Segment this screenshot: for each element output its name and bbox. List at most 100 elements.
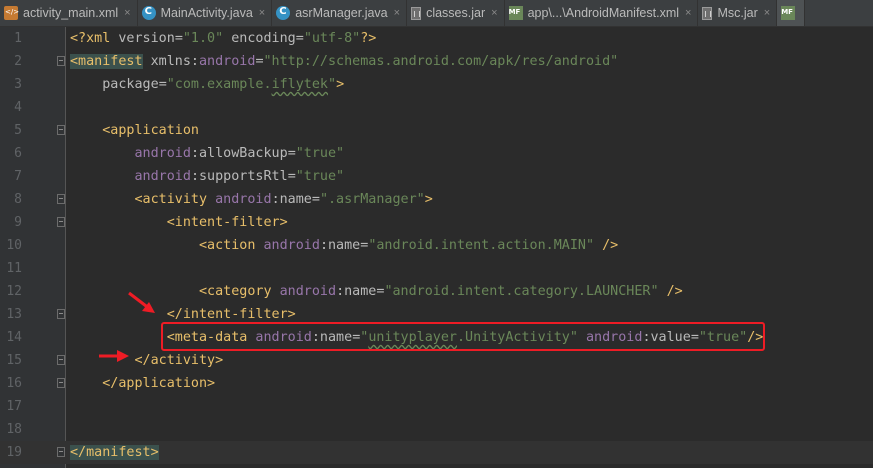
line-number: 17 — [6, 399, 22, 414]
tab-label: Msc.jar — [717, 6, 758, 20]
attr-value: "true" — [295, 169, 345, 184]
line-number: 12 — [6, 284, 22, 299]
xml-encoding-value: "utf-8" — [303, 31, 361, 46]
namespace: android — [199, 54, 256, 69]
xmlns-attr: xmlns: — [142, 54, 199, 69]
name-attr: :name — [271, 192, 312, 207]
application-open-tag: <application — [102, 123, 199, 138]
manifest-open-tag: <manifest — [70, 54, 143, 69]
equals: = — [295, 31, 304, 46]
xml-decl-open: <?xml — [70, 31, 119, 46]
code-line-4: 4 — [0, 96, 873, 119]
action-tag: <action — [199, 238, 256, 253]
manifest-file-icon — [508, 6, 523, 20]
attr-value: "android.intent.category.LAUNCHER" — [384, 284, 659, 299]
intent-filter-close-tag: </intent-filter> — [166, 307, 296, 322]
tab-androidmanifest-xml[interactable]: app\...\AndroidManifest.xml × — [505, 0, 699, 26]
fold-toggle-icon[interactable] — [57, 378, 65, 388]
name-attr: :name — [336, 284, 377, 299]
tab-asrmanager-java[interactable]: asrManager.java × — [272, 0, 408, 26]
code-line-5: 5 <application — [0, 119, 873, 142]
close-icon[interactable]: × — [491, 7, 497, 19]
red-arrow-icon — [99, 350, 129, 362]
highlight-box-annotation — [161, 322, 765, 351]
tab-mainactivity-java[interactable]: MainActivity.java × — [138, 0, 273, 26]
fold-toggle-icon[interactable] — [57, 194, 65, 204]
tab-activity-main-xml[interactable]: activity_main.xml × — [0, 0, 138, 26]
code-line-11: 11 — [0, 257, 873, 280]
code-line-2: 2 <manifest xmlns:android="http://schema… — [0, 50, 873, 73]
line-number: 9 — [14, 215, 22, 230]
line-number: 5 — [14, 123, 22, 138]
namespace: android — [134, 146, 191, 161]
equals: = — [174, 31, 183, 46]
xml-version-value: "1.0" — [182, 31, 224, 46]
line-number: 13 — [6, 307, 22, 322]
intent-filter-open-tag: <intent-filter> — [166, 215, 288, 230]
fold-toggle-icon[interactable] — [57, 217, 65, 227]
equals: = — [287, 169, 296, 184]
red-arrow-icon — [128, 291, 155, 313]
equals: = — [311, 192, 320, 207]
code-line-8: 8 <activity android:name=".asrManager"> — [0, 188, 873, 211]
xml-decl-close: ?> — [360, 31, 377, 46]
fold-toggle-icon[interactable] — [57, 309, 65, 319]
namespace: android — [134, 169, 191, 184]
namespace: android — [207, 192, 272, 207]
code-line-3: 3 package="com.example.iflytek"> — [0, 73, 873, 96]
line-number: 2 — [14, 54, 22, 69]
equals: = — [255, 54, 264, 69]
line-number: 14 — [6, 330, 22, 345]
code-line-17: 17 — [0, 395, 873, 418]
code-line-19: 19 </manifest> — [0, 441, 873, 464]
code-line-7: 7 android:supportsRtl="true" — [0, 165, 873, 188]
manifest-file-icon — [781, 6, 796, 20]
spelling-warning: iflytek — [271, 77, 328, 92]
jar-file-icon — [702, 6, 713, 20]
line-number: 15 — [6, 353, 22, 368]
tag-close: > — [424, 192, 433, 207]
attr-value: "android.intent.action.MAIN" — [368, 238, 595, 253]
code-line-10: 10 <action android:name="android.intent.… — [0, 234, 873, 257]
fold-toggle-icon[interactable] — [57, 447, 65, 457]
code-line-6: 6 android:allowBackup="true" — [0, 142, 873, 165]
line-number: 18 — [6, 422, 22, 437]
line-number: 8 — [14, 192, 22, 207]
code-line-18: 18 — [0, 418, 873, 441]
package-attr: package — [102, 77, 159, 92]
line-number: 4 — [14, 100, 22, 115]
fold-toggle-icon[interactable] — [57, 56, 65, 66]
quote: " — [328, 77, 337, 92]
fold-toggle-icon[interactable] — [57, 355, 65, 365]
xml-version-attr: version — [118, 31, 175, 46]
tab-active-manifest[interactable] — [777, 0, 806, 26]
line-number: 11 — [6, 261, 22, 276]
manifest-close-tag: </manifest> — [70, 445, 159, 460]
tab-msc-jar[interactable]: Msc.jar × — [698, 0, 778, 26]
java-class-icon — [276, 6, 291, 20]
equals: = — [287, 146, 296, 161]
activity-open-tag: <activity — [134, 192, 208, 207]
close-icon[interactable]: × — [685, 7, 691, 19]
application-close-tag: </application> — [102, 376, 216, 391]
name-attr: :name — [319, 238, 361, 253]
tag-close: /> — [594, 238, 619, 253]
xml-encoding-attr: encoding — [223, 31, 296, 46]
xml-file-icon — [4, 6, 19, 20]
close-icon[interactable]: × — [259, 7, 265, 19]
close-icon[interactable]: × — [124, 7, 130, 19]
equals: = — [158, 77, 167, 92]
tab-label: classes.jar — [426, 6, 486, 20]
allow-backup-attr: :allowBackup — [190, 146, 288, 161]
xmlns-value: "http://schemas.android.com/apk/res/andr… — [263, 54, 619, 69]
line-number: 3 — [14, 77, 22, 92]
tab-label: asrManager.java — [295, 6, 388, 20]
close-icon[interactable]: × — [394, 7, 400, 19]
java-class-icon — [141, 6, 156, 20]
close-icon[interactable]: × — [764, 7, 770, 19]
namespace: android — [255, 238, 320, 253]
fold-toggle-icon[interactable] — [57, 125, 65, 135]
package-value: "com.example. — [166, 77, 272, 92]
attr-value: ".asrManager" — [319, 192, 425, 207]
tab-classes-jar[interactable]: classes.jar × — [407, 0, 505, 26]
